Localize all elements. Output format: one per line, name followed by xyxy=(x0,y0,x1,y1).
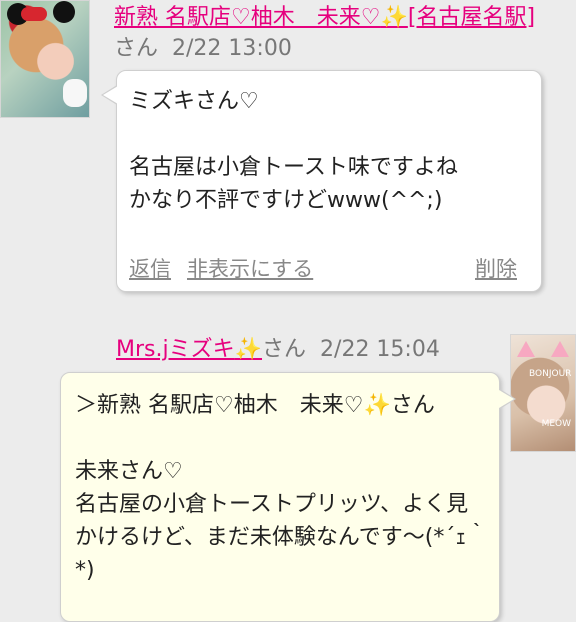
cat-ear-left xyxy=(517,341,535,357)
avatar-user-2[interactable]: BONJOUR MEOW xyxy=(510,334,576,452)
reply-link[interactable]: 返信 xyxy=(129,253,171,283)
white-glove xyxy=(63,79,87,107)
avatar-caption: BONJOUR xyxy=(529,369,572,379)
cat-ear-right xyxy=(551,341,569,357)
red-bow xyxy=(21,7,47,21)
mouse-ear-right xyxy=(53,1,75,23)
post-1-message: ミズキさん♡ 名古屋は小倉トースト味ですよね かなり不評ですけどwww(^^;) xyxy=(129,89,458,213)
post-1-honorific: さん xyxy=(114,36,159,61)
post-2-timestamp: 2/22 15:04 xyxy=(320,337,440,362)
sparkle-icon: ✨ xyxy=(234,337,263,362)
avatar-caption-2: MEOW xyxy=(541,419,571,429)
post-1-meta: 新熟 名駅店♡柚木 未来♡✨[名古屋名駅] さん 2/22 13:00 xyxy=(114,2,554,64)
post-2-author-link[interactable]: Mrs.jミズキ✨ xyxy=(116,337,262,362)
post-2-honorific: さん xyxy=(262,337,307,362)
post-2-bubble: ＞新熟 名駅店♡柚木 未来♡✨さん 未来さん♡ 名古屋の小倉トーストプリッツ、よ… xyxy=(60,372,516,622)
post-2-message: ＞新熟 名駅店♡柚木 未来♡✨さん 未来さん♡ 名古屋の小倉トーストプリッツ、よ… xyxy=(75,393,489,583)
post-1-timestamp: 2/22 13:00 xyxy=(172,36,292,61)
post-1-bubble: ミズキさん♡ 名古屋は小倉トースト味ですよね かなり不評ですけどwww(^^;)… xyxy=(101,70,542,292)
delete-link[interactable]: 削除 xyxy=(475,253,517,283)
post-1-author-link[interactable]: 新熟 名駅店♡柚木 未来♡✨[名古屋名駅] xyxy=(114,5,535,30)
hide-link[interactable]: 非表示にする xyxy=(187,253,313,283)
avatar-user-1[interactable] xyxy=(0,0,90,118)
sparkle-icon: ✨ xyxy=(380,5,408,30)
post-2-meta: Mrs.jミズキ✨さん 2/22 15:04 xyxy=(116,334,516,365)
